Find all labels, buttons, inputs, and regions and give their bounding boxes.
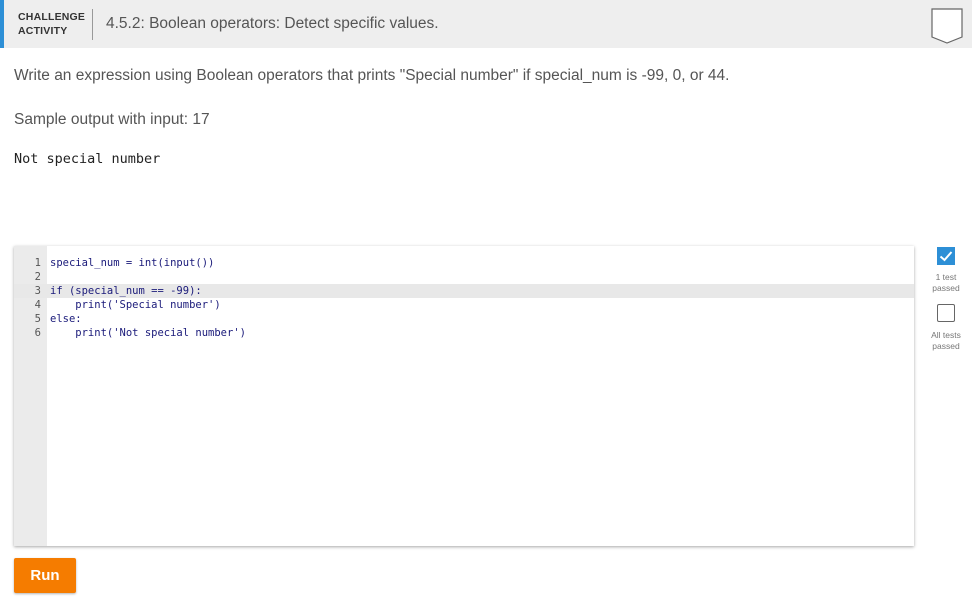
sample-output-label: Sample output with input: 17 bbox=[14, 111, 210, 128]
one-test-passed-checkbox bbox=[937, 247, 955, 265]
all-tests-label-line2: passed bbox=[932, 341, 960, 351]
code-line[interactable]: 5 else: bbox=[14, 312, 914, 326]
challenge-label-line2: ACTIVITY bbox=[18, 25, 68, 37]
activity-title: 4.5.2: Boolean operators: Detect specifi… bbox=[106, 15, 439, 32]
one-test-label-line1: 1 test bbox=[935, 272, 957, 282]
line-text[interactable]: else: bbox=[50, 312, 82, 326]
check-icon bbox=[939, 251, 953, 262]
one-test-passed-label: 1 test passed bbox=[924, 272, 968, 294]
header-divider bbox=[92, 9, 93, 40]
all-tests-passed-label: All tests passed bbox=[924, 330, 968, 352]
code-line-active[interactable]: 3 if (special_num == -99): bbox=[14, 284, 914, 298]
line-number: 1 bbox=[34, 257, 41, 269]
header-accent-bar bbox=[0, 0, 4, 48]
sample-output: Not special number bbox=[14, 151, 161, 167]
code-editor[interactable]: 1 special_num = int(input()) 2 3 if (spe… bbox=[14, 246, 914, 546]
code-line[interactable]: 6 print('Not special number') bbox=[14, 326, 914, 340]
line-number: 2 bbox=[34, 271, 41, 283]
line-number: 5 bbox=[34, 313, 41, 325]
activity-header: CHALLENGE ACTIVITY 4.5.2: Boolean operat… bbox=[0, 0, 972, 48]
line-text[interactable]: special_num = int(input()) bbox=[50, 256, 214, 270]
code-lines[interactable]: 1 special_num = int(input()) 2 3 if (spe… bbox=[14, 256, 914, 340]
line-text[interactable]: if (special_num == -99): bbox=[50, 284, 202, 298]
line-number: 6 bbox=[34, 327, 41, 339]
code-line[interactable]: 4 print('Special number') bbox=[14, 298, 914, 312]
line-text[interactable]: print('Special number') bbox=[50, 298, 220, 312]
challenge-activity-label: CHALLENGE ACTIVITY bbox=[18, 10, 88, 38]
line-number: 3 bbox=[34, 285, 41, 297]
bookmark-icon[interactable] bbox=[931, 8, 963, 49]
all-tests-label-line1: All tests bbox=[931, 330, 961, 340]
one-test-label-line2: passed bbox=[932, 283, 960, 293]
challenge-prompt: Write an expression using Boolean operat… bbox=[14, 67, 730, 84]
line-text[interactable]: print('Not special number') bbox=[50, 326, 246, 340]
run-button[interactable]: Run bbox=[14, 558, 76, 593]
code-line[interactable]: 2 bbox=[14, 270, 914, 284]
all-tests-passed-checkbox bbox=[937, 304, 955, 322]
challenge-label-line1: CHALLENGE bbox=[18, 11, 86, 23]
code-line[interactable]: 1 special_num = int(input()) bbox=[14, 256, 914, 270]
line-number: 4 bbox=[34, 299, 41, 311]
